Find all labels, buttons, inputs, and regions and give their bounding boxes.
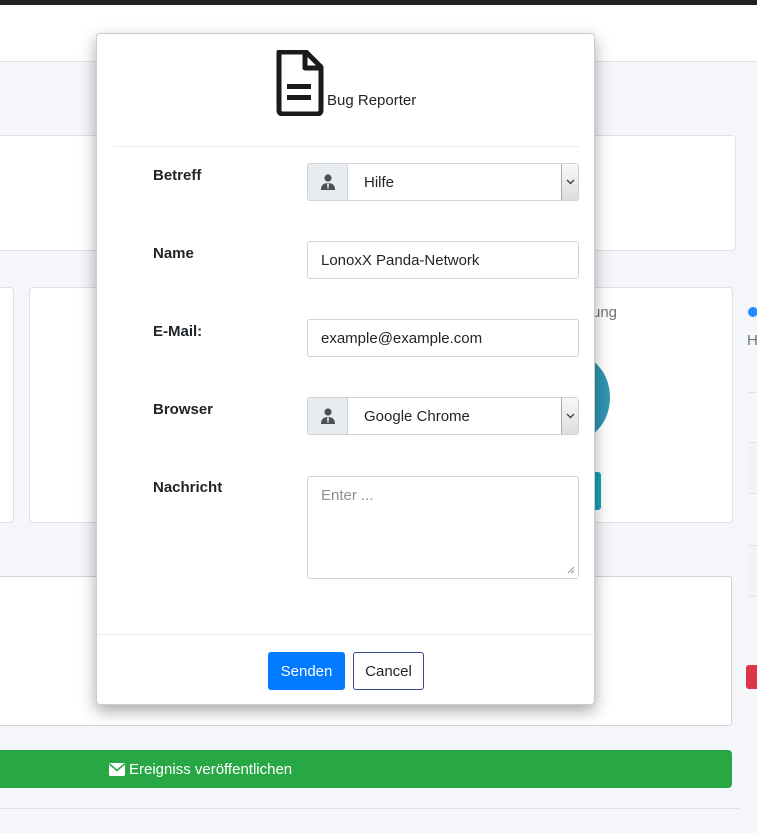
right-partial-text: H	[747, 332, 757, 349]
subject-label: Betreff	[153, 167, 202, 184]
publish-event-label: Ereigniss veröffentlichen	[129, 760, 293, 778]
right-list-item	[748, 442, 757, 494]
subject-dropdown-arrow[interactable]	[561, 164, 578, 200]
document-icon	[276, 50, 324, 116]
trash-icon[interactable]	[746, 665, 757, 689]
email-field[interactable]	[307, 319, 579, 357]
modal-title: Bug Reporter	[327, 92, 417, 109]
browser-prepend	[308, 398, 348, 434]
name-field[interactable]	[307, 241, 579, 279]
modal-footer: Senden Cancel	[97, 634, 594, 704]
publish-event-button[interactable]: Ereigniss veröffentlichen	[0, 750, 732, 788]
right-list-item	[748, 545, 757, 597]
browser-value: Google Chrome	[364, 407, 470, 425]
message-textarea[interactable]	[307, 476, 579, 579]
email-label: E-Mail:	[153, 323, 203, 340]
user-tie-icon	[320, 174, 335, 190]
browser-select[interactable]: Google Chrome	[307, 397, 579, 435]
name-label: Name	[153, 245, 194, 262]
user-tie-icon	[320, 408, 335, 424]
stat-card-left	[0, 287, 14, 523]
browser-dropdown-arrow[interactable]	[561, 398, 578, 434]
modal-header: Bug Reporter	[113, 34, 579, 147]
name-input[interactable]	[308, 242, 578, 278]
subject-value: Hilfe	[364, 173, 395, 191]
status-dot-icon	[748, 307, 757, 317]
chevron-down-icon	[566, 179, 574, 185]
bug-reporter-modal: Bug Reporter Betreff Hilfe Name E-Mail: …	[96, 33, 595, 705]
email-input[interactable]	[308, 320, 578, 356]
cancel-button[interactable]: Cancel	[353, 652, 424, 690]
envelope-icon	[109, 762, 125, 776]
send-button[interactable]: Senden	[268, 652, 345, 690]
card-partial-text: ung	[592, 304, 618, 321]
browser-label: Browser	[153, 401, 214, 418]
resize-grip-icon[interactable]	[567, 566, 575, 574]
right-divider	[748, 392, 757, 393]
subject-prepend	[308, 164, 348, 200]
chevron-down-icon	[566, 413, 574, 419]
message-label: Nachricht	[153, 479, 223, 496]
subject-select[interactable]: Hilfe	[307, 163, 579, 201]
